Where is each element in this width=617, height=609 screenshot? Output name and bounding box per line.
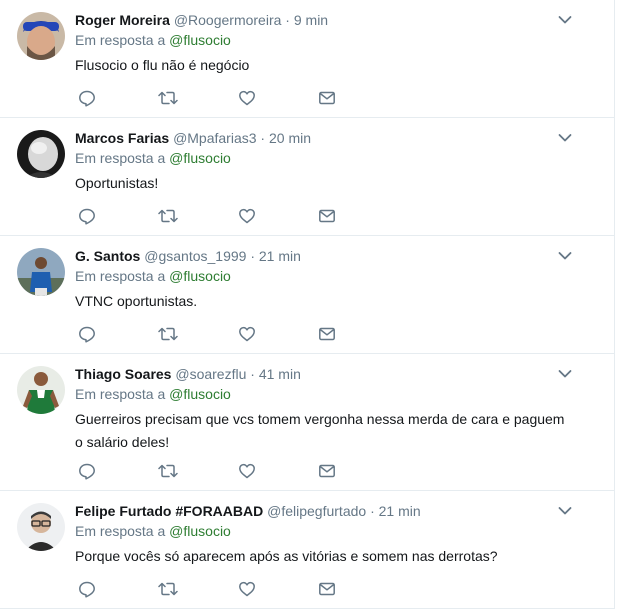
avatar[interactable] xyxy=(17,130,65,178)
author-handle[interactable]: @gsantos_1999 xyxy=(144,248,246,264)
reply-mention-link[interactable]: @flusocio xyxy=(169,386,231,402)
chevron-down-icon[interactable] xyxy=(558,15,572,25)
reply-context: Em resposta a @flusocio xyxy=(75,31,572,50)
author-name[interactable]: Roger Moreira xyxy=(75,12,170,28)
tweet-text: VTNC oportunistas. xyxy=(75,293,198,309)
tweet-text: Oportunistas! xyxy=(75,175,159,191)
retweet-icon[interactable] xyxy=(158,580,178,598)
tweet-header: Felipe Furtado #FORAABAD @felipegfurtado… xyxy=(75,502,572,520)
tweet[interactable]: Thiago Soares @soarezflu · 41 min Em res… xyxy=(0,354,614,491)
reply-mention-link[interactable]: @flusocio xyxy=(169,268,231,284)
author-name[interactable]: G. Santos xyxy=(75,248,140,264)
author-handle[interactable]: @felipegfurtado xyxy=(267,503,366,519)
author-handle[interactable]: @Roogermoreira xyxy=(174,12,282,28)
reply-icon[interactable] xyxy=(78,325,96,343)
timestamp[interactable]: 20 min xyxy=(269,130,311,146)
reply-icon[interactable] xyxy=(78,462,96,480)
retweet-icon[interactable] xyxy=(158,207,178,225)
author-handle[interactable]: @Mpafarias3 xyxy=(173,130,256,146)
replies-timeline: Roger Moreira @Roogermoreira · 9 min Em … xyxy=(0,0,615,609)
reply-mention-link[interactable]: @flusocio xyxy=(169,523,231,539)
chevron-down-icon[interactable] xyxy=(558,133,572,143)
direct-message-icon[interactable] xyxy=(318,580,336,598)
reply-icon[interactable] xyxy=(78,89,96,107)
tweet-header: Thiago Soares @soarezflu · 41 min xyxy=(75,365,572,383)
author-name[interactable]: Marcos Farias xyxy=(75,130,169,146)
tweet[interactable]: G. Santos @gsantos_1999 · 21 min Em resp… xyxy=(0,236,614,354)
reply-mention-link[interactable]: @flusocio xyxy=(169,32,231,48)
separator: · xyxy=(250,366,255,382)
chevron-down-icon[interactable] xyxy=(558,251,572,261)
separator: · xyxy=(370,503,375,519)
retweet-icon[interactable] xyxy=(158,89,178,107)
reply-prefix: Em resposta a xyxy=(75,386,166,402)
tweet-text: Porque vocês só aparecem após as vitória… xyxy=(75,548,498,564)
like-icon[interactable] xyxy=(238,325,256,343)
direct-message-icon[interactable] xyxy=(318,462,336,480)
reply-icon[interactable] xyxy=(78,580,96,598)
reply-prefix: Em resposta a xyxy=(75,32,166,48)
tweet-header: Marcos Farias @Mpafarias3 · 20 min xyxy=(75,129,572,147)
timestamp[interactable]: 21 min xyxy=(379,503,421,519)
avatar[interactable] xyxy=(17,366,65,414)
tweet-text: Guerreiros precisam que vcs tomem vergon… xyxy=(75,411,565,450)
retweet-icon[interactable] xyxy=(158,462,178,480)
tweet[interactable]: Marcos Farias @Mpafarias3 · 20 min Em re… xyxy=(0,118,614,236)
direct-message-icon[interactable] xyxy=(318,89,336,107)
reply-icon[interactable] xyxy=(78,207,96,225)
reply-prefix: Em resposta a xyxy=(75,268,166,284)
tweet-header: G. Santos @gsantos_1999 · 21 min xyxy=(75,247,572,265)
author-name[interactable]: Felipe Furtado #FORAABAD xyxy=(75,503,263,519)
author-handle[interactable]: @soarezflu xyxy=(175,366,246,382)
tweet-header: Roger Moreira @Roogermoreira · 9 min xyxy=(75,11,572,29)
retweet-icon[interactable] xyxy=(158,325,178,343)
avatar[interactable] xyxy=(17,248,65,296)
direct-message-icon[interactable] xyxy=(318,207,336,225)
reply-context: Em resposta a @flusocio xyxy=(75,267,572,286)
separator: · xyxy=(285,12,290,28)
chevron-down-icon[interactable] xyxy=(558,369,572,379)
direct-message-icon[interactable] xyxy=(318,325,336,343)
reply-mention-link[interactable]: @flusocio xyxy=(169,150,231,166)
author-name[interactable]: Thiago Soares xyxy=(75,366,171,382)
like-icon[interactable] xyxy=(238,89,256,107)
tweet[interactable]: Roger Moreira @Roogermoreira · 9 min Em … xyxy=(0,0,614,118)
reply-context: Em resposta a @flusocio xyxy=(75,149,572,168)
reply-context: Em resposta a @flusocio xyxy=(75,522,572,541)
chevron-down-icon[interactable] xyxy=(558,506,572,516)
reply-prefix: Em resposta a xyxy=(75,523,166,539)
separator: · xyxy=(260,130,266,146)
tweet-text: Flusocio o flu não é negócio xyxy=(75,57,250,73)
timestamp[interactable]: 41 min xyxy=(259,366,301,382)
like-icon[interactable] xyxy=(238,580,256,598)
tweet[interactable]: Felipe Furtado #FORAABAD @felipegfurtado… xyxy=(0,491,614,609)
separator: · xyxy=(250,248,255,264)
reply-prefix: Em resposta a xyxy=(75,150,166,166)
like-icon[interactable] xyxy=(238,462,256,480)
timestamp[interactable]: 9 min xyxy=(294,12,328,28)
like-icon[interactable] xyxy=(238,207,256,225)
reply-context: Em resposta a @flusocio xyxy=(75,385,572,404)
avatar[interactable] xyxy=(17,12,65,60)
timestamp[interactable]: 21 min xyxy=(259,248,301,264)
avatar[interactable] xyxy=(17,503,65,551)
